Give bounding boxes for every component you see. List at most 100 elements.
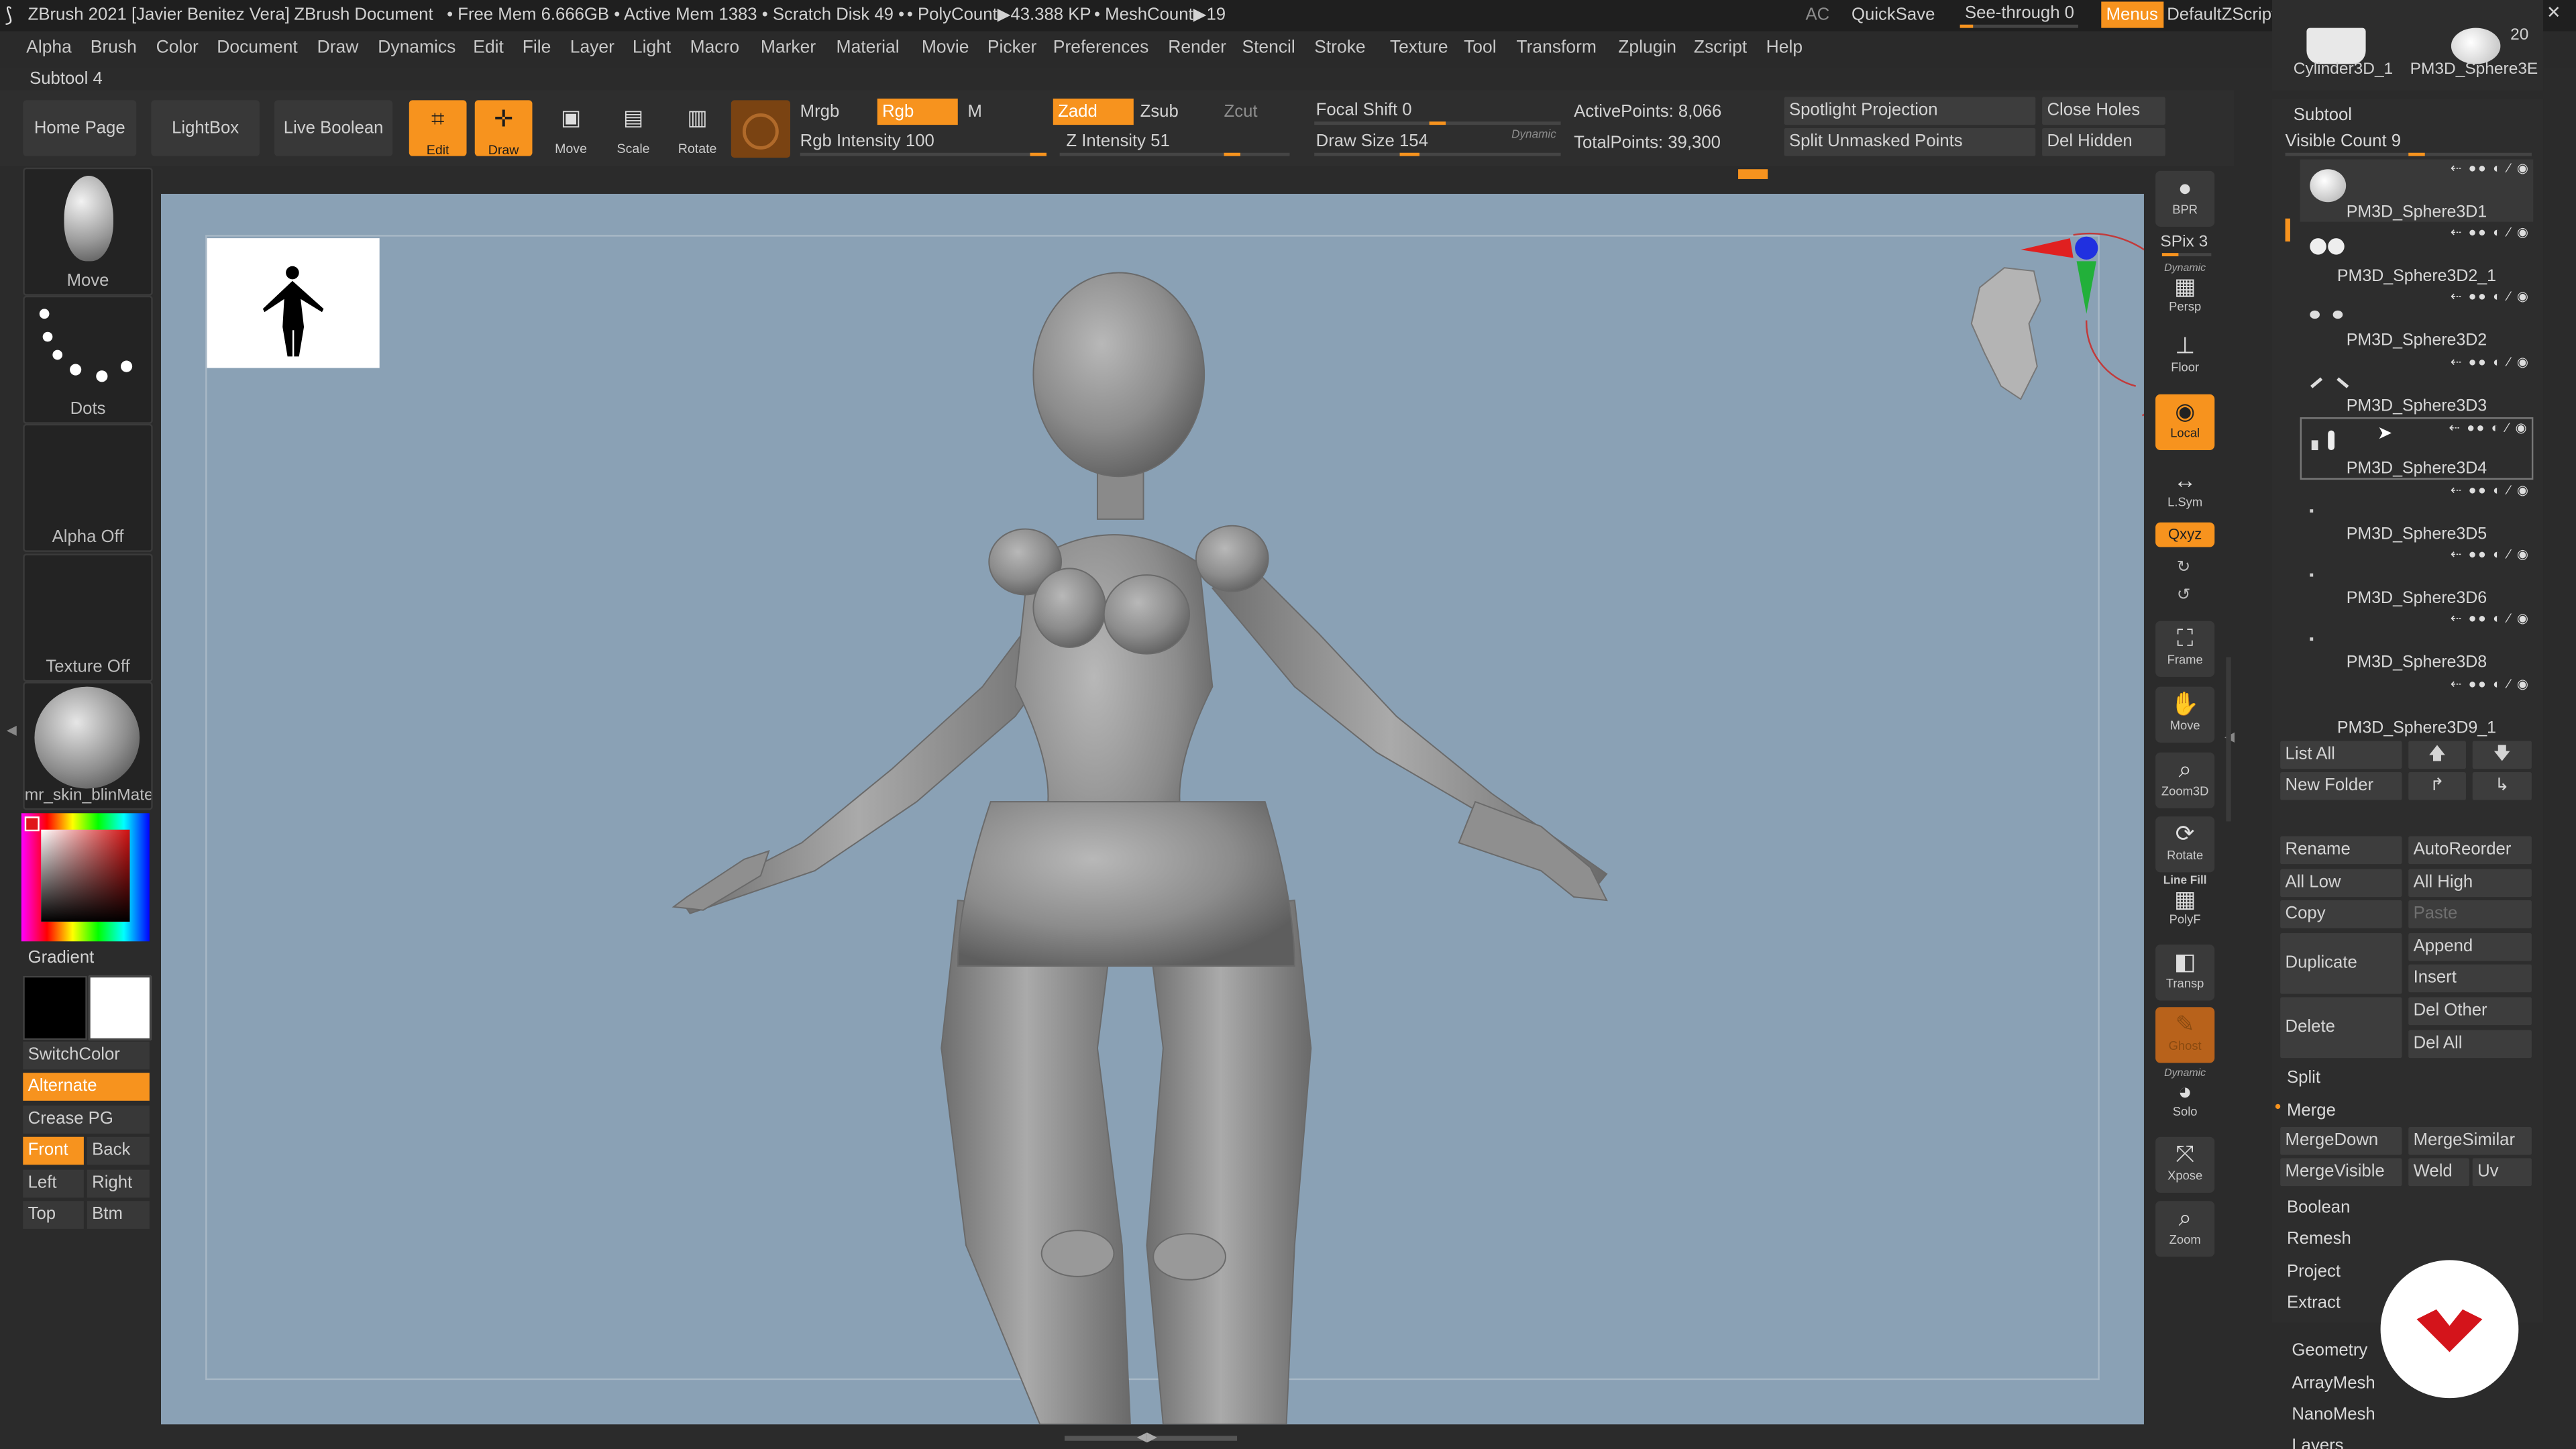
close-icon[interactable]: ✕ bbox=[2546, 3, 2561, 23]
paste-button[interactable]: Paste bbox=[2408, 900, 2532, 928]
scale-button[interactable]: ▤ Scale bbox=[604, 100, 662, 156]
secondary-color-swatch[interactable] bbox=[89, 975, 152, 1040]
rotate-button[interactable]: ▥ Rotate bbox=[669, 100, 727, 156]
zbrush-logo-icon[interactable]: ⟆ bbox=[5, 3, 12, 26]
menu-file[interactable]: File bbox=[523, 38, 551, 57]
move-down-button[interactable]: 🡇 bbox=[2472, 741, 2532, 769]
left-tray-collapse-icon[interactable]: ◀ bbox=[7, 723, 17, 738]
menu-help[interactable]: Help bbox=[1766, 38, 1803, 57]
subtool-visibility-eye-icon[interactable]: ⇠ ●● ◐ ⁄ ◉ bbox=[2451, 547, 2530, 562]
left-button[interactable]: Left bbox=[23, 1169, 84, 1198]
menu-edit[interactable]: Edit bbox=[473, 38, 504, 57]
focal-shift-track[interactable] bbox=[1314, 121, 1561, 125]
subtool-visibility-eye-icon[interactable]: ⇠ ●● ◐ ⁄ ◉ bbox=[2451, 612, 2530, 627]
menu-draw[interactable]: Draw bbox=[317, 38, 359, 57]
draw-button[interactable]: ✛ Draw bbox=[474, 100, 533, 158]
material-swatch[interactable] bbox=[731, 100, 790, 158]
front-button[interactable]: Front bbox=[23, 1136, 84, 1165]
subtool-row[interactable]: ⇠ ●● ◐ ⁄ ◉ PM3D_Sphere3D5 bbox=[2300, 482, 2534, 544]
gradient-label[interactable]: Gradient bbox=[28, 948, 95, 967]
menu-alpha[interactable]: Alpha bbox=[26, 38, 72, 57]
folder-down-button[interactable]: ↳ bbox=[2472, 772, 2532, 800]
visible-count-track[interactable] bbox=[2285, 152, 2532, 156]
subtool-row[interactable]: ⇠ ●● ◐ ⁄ ◉ PM3D_Sphere3D6 bbox=[2300, 546, 2534, 608]
subtool-row[interactable]: ⇠ ●● ◐ ⁄ ◉ PM3D_Sphere3D1 bbox=[2300, 159, 2534, 222]
spotlight-projection-button[interactable]: Spotlight Projection bbox=[1784, 97, 2036, 125]
edit-button[interactable]: ⌗ Edit bbox=[409, 100, 467, 158]
right-tray-scrollbar[interactable] bbox=[2226, 657, 2231, 822]
layers-menu[interactable]: Layers bbox=[2292, 1436, 2343, 1449]
zsub-button[interactable]: Zsub bbox=[1140, 102, 1179, 121]
alternate-button[interactable]: Alternate bbox=[23, 1073, 150, 1101]
shelf-scroll-marker[interactable] bbox=[1738, 169, 1768, 179]
switchcolor-button[interactable]: SwitchColor bbox=[23, 1041, 150, 1070]
folder-up-button[interactable]: ↱ bbox=[2408, 772, 2466, 800]
local-button[interactable]: ◉ Local bbox=[2155, 394, 2215, 451]
draw-size-slider[interactable]: Draw Size 154 bbox=[1316, 131, 1428, 151]
arraymesh-menu[interactable]: ArrayMesh bbox=[2292, 1373, 2375, 1393]
duplicate-button[interactable]: Duplicate bbox=[2280, 933, 2402, 994]
default-zscript[interactable]: DefaultZScript bbox=[2167, 5, 2276, 24]
del-other-button[interactable]: Del Other bbox=[2408, 997, 2532, 1026]
menu-picker[interactable]: Picker bbox=[987, 38, 1036, 57]
zoom3d-button[interactable]: ⌕ Zoom3D bbox=[2155, 752, 2215, 808]
alpha-picker[interactable]: Alpha Off bbox=[23, 423, 153, 552]
cylinder-thumb-icon[interactable] bbox=[2306, 28, 2366, 64]
stroke-picker[interactable]: Dots bbox=[23, 295, 153, 424]
material-picker[interactable]: mr_skin_blinMate bbox=[23, 682, 153, 810]
menu-layer[interactable]: Layer bbox=[570, 38, 614, 57]
extract-section[interactable]: Extract bbox=[2287, 1293, 2341, 1312]
zoom-button[interactable]: ⌕ Zoom bbox=[2155, 1201, 2215, 1257]
sphere-thumb-label[interactable]: PM3D_Sphere3E bbox=[2410, 61, 2538, 79]
subtool-row[interactable]: ⇠ ●● ◐ ⁄ ◉ PM3D_Sphere3D4 ➤ bbox=[2300, 417, 2534, 480]
menu-macro[interactable]: Macro bbox=[690, 38, 739, 57]
subtool-visibility-eye-icon[interactable]: ⇠ ●● ◐ ⁄ ◉ bbox=[2449, 420, 2528, 435]
delete-button[interactable]: Delete bbox=[2280, 997, 2402, 1059]
split-section[interactable]: Split bbox=[2287, 1068, 2320, 1087]
see-through-track[interactable] bbox=[1960, 24, 2078, 28]
rgb-button[interactable]: Rgb bbox=[877, 98, 958, 125]
menu-transform[interactable]: Transform bbox=[1516, 38, 1597, 57]
bottom-tray-arrow-icon[interactable]: ◀▶ bbox=[1137, 1430, 1157, 1444]
m-button[interactable]: M bbox=[967, 102, 981, 121]
visible-count[interactable]: Visible Count 9 bbox=[2286, 131, 2402, 151]
spix-track[interactable] bbox=[2161, 253, 2212, 257]
rgb-intensity-track[interactable] bbox=[800, 152, 1047, 156]
lsym-button[interactable]: ↔ L.Sym bbox=[2155, 464, 2214, 519]
zadd-button[interactable]: Zadd bbox=[1053, 98, 1134, 125]
orientation-gizmo[interactable] bbox=[1955, 222, 2144, 435]
transp-button[interactable]: ◧ Transp bbox=[2155, 945, 2215, 1001]
back-button[interactable]: Back bbox=[87, 1136, 150, 1165]
top-button[interactable]: Top bbox=[23, 1201, 84, 1229]
all-low-button[interactable]: All Low bbox=[2280, 869, 2402, 898]
menu-material[interactable]: Material bbox=[837, 38, 900, 57]
menu-light[interactable]: Light bbox=[633, 38, 671, 57]
color-picker[interactable] bbox=[21, 813, 150, 942]
menu-stencil[interactable]: Stencil bbox=[1242, 38, 1295, 57]
remesh-section[interactable]: Remesh bbox=[2287, 1229, 2351, 1248]
all-high-button[interactable]: All High bbox=[2408, 869, 2532, 898]
autoreorder-button[interactable]: AutoReorder bbox=[2408, 836, 2532, 865]
new-folder-button[interactable]: New Folder bbox=[2280, 772, 2402, 800]
subtool-visibility-eye-icon[interactable]: ⇠ ●● ◐ ⁄ ◉ bbox=[2451, 676, 2530, 691]
rgb-intensity-slider[interactable]: Rgb Intensity 100 bbox=[800, 131, 934, 151]
subtool-visibility-eye-icon[interactable]: ⇠ ●● ◐ ⁄ ◉ bbox=[2451, 161, 2530, 176]
color-square[interactable] bbox=[41, 829, 130, 922]
menu-preferences[interactable]: Preferences bbox=[1053, 38, 1149, 57]
home-page-button[interactable]: Home Page bbox=[23, 100, 137, 156]
mergesimilar-button[interactable]: MergeSimilar bbox=[2408, 1127, 2532, 1155]
subtool-visibility-eye-icon[interactable]: ⇠ ●● ◐ ⁄ ◉ bbox=[2451, 354, 2530, 369]
crease-pg-button[interactable]: Crease PG bbox=[23, 1106, 150, 1134]
menu-zscript[interactable]: Zscript bbox=[1694, 38, 1747, 57]
rotate-view-button[interactable]: ⟳ Rotate bbox=[2155, 816, 2215, 873]
append-button[interactable]: Append bbox=[2408, 933, 2532, 961]
subtool-visibility-eye-icon[interactable]: ⇠ ●● ◐ ⁄ ◉ bbox=[2451, 225, 2530, 240]
dynamic-toggle[interactable]: Dynamic bbox=[1511, 129, 1556, 141]
weld-button[interactable]: Weld bbox=[2408, 1158, 2469, 1187]
merge-section[interactable]: Merge bbox=[2287, 1101, 2336, 1120]
geometry-menu[interactable]: Geometry bbox=[2292, 1340, 2367, 1360]
nanomesh-menu[interactable]: NanoMesh bbox=[2292, 1405, 2375, 1424]
mergevisible-button[interactable]: MergeVisible bbox=[2280, 1158, 2402, 1187]
subtool-visibility-eye-icon[interactable]: ⇠ ●● ◐ ⁄ ◉ bbox=[2451, 483, 2530, 498]
subtool-row[interactable]: ⇠ ●● ◐ ⁄ ◉ PM3D_Sphere3D8 bbox=[2300, 610, 2534, 673]
